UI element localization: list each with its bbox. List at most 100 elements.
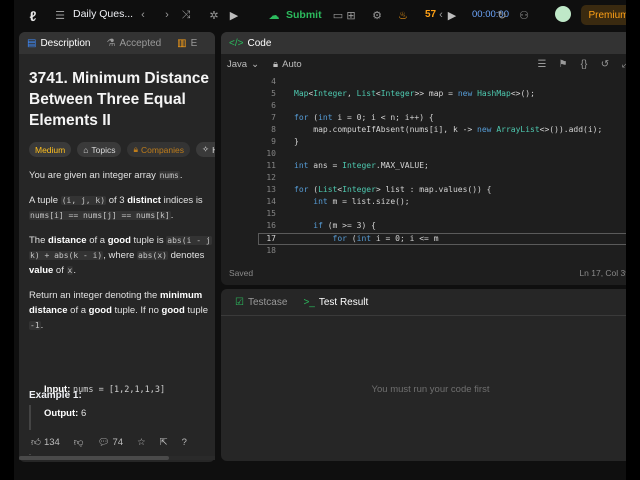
code-editor[interactable]: 4 5 Map<Integer, List<Integer>> map = ne…	[221, 76, 626, 256]
scrollbar-thumb[interactable]	[19, 456, 169, 460]
desc-text: Return an integer denoting the	[29, 290, 160, 301]
hint-badge[interactable]: ✧ H	[196, 142, 215, 157]
problem-description: You are given an integer array nums. A t…	[29, 168, 215, 343]
code-line: int ans = Integer.MAX_VALUE;	[294, 161, 429, 170]
tab-description-label: Description	[40, 37, 91, 49]
editor-toolbar: Java ⌄ 🔒︎ Auto ☰ ⚑ {} ↺ ⤢	[221, 54, 626, 74]
next-problem-icon[interactable]: ›	[159, 7, 175, 23]
tab-description[interactable]: ▤ Description	[19, 38, 98, 49]
line-number: 7	[271, 113, 276, 122]
prev-problem-icon[interactable]: ‹	[135, 7, 151, 23]
problem-list-label[interactable]: Daily Ques...	[73, 8, 133, 20]
example-input-value: nums = [1,2,1,1,3]	[73, 385, 166, 395]
timer-play-icon[interactable]: ▶	[444, 7, 460, 23]
tab-test-result[interactable]: >_ Test Result	[295, 294, 376, 310]
horizontal-scrollbar[interactable]	[19, 456, 215, 460]
desc-text: You are given an integer array	[29, 170, 159, 181]
tab-editorial-label: E	[190, 37, 198, 49]
auto-label: Auto	[282, 58, 302, 70]
companies-badge[interactable]: 🔒︎ Companies	[127, 142, 190, 157]
difficulty-badge: Medium	[29, 142, 72, 157]
tab-testcase[interactable]: ☑ Testcase	[227, 294, 295, 310]
problem-badges: Medium ⌂ Topics 🔒︎ Companies ✧ H	[29, 142, 215, 157]
share-icon: ⇱	[159, 436, 168, 448]
problem-list-icon[interactable]: ☰	[52, 7, 68, 23]
code-line: int m = list.size();	[313, 197, 410, 206]
submit-button[interactable]: ☁ Submit	[266, 6, 322, 24]
comment-icon: 💬︎	[97, 436, 110, 448]
example-output-label: Output:	[44, 408, 79, 419]
desc-bold: distinct	[127, 195, 161, 206]
share-button[interactable]: ⇱	[160, 437, 168, 448]
like-button[interactable]: 👍︎ 134	[31, 436, 60, 449]
desc-code: abs(x)	[137, 251, 168, 260]
tab-code[interactable]: </> Code	[221, 32, 626, 54]
save-status: Saved	[229, 268, 254, 278]
star-icon: ☆	[137, 436, 146, 448]
add-friend-icon[interactable]: ⚇	[516, 7, 532, 23]
desc-paragraph-1: You are given an integer array nums.	[29, 168, 215, 183]
tab-code-label: Code	[247, 37, 272, 49]
desc-code: abs(i - j	[166, 236, 212, 245]
tab-test-result-label: Test Result	[318, 296, 369, 308]
tag-icon: ⌂	[83, 144, 89, 155]
desc-text: .	[179, 170, 183, 181]
desc-text: denotes	[167, 250, 205, 261]
code-line: map.computeIfAbsent(nums[i], k -> new Ar…	[294, 125, 603, 134]
desc-paragraph-3: The distance of a good tuple is abs(i - …	[29, 233, 215, 278]
desc-text: tuple	[184, 305, 209, 316]
desc-code: (i, j, k)	[60, 196, 107, 205]
desc-text: .	[40, 320, 44, 331]
line-number: 11	[266, 161, 276, 170]
favorite-button[interactable]: ☆	[137, 437, 146, 448]
desc-text: , where	[103, 250, 138, 261]
document-icon: ▤	[27, 37, 37, 49]
auto-toggle[interactable]: 🔒︎ Auto	[273, 59, 302, 70]
flask-icon: ⚗	[106, 37, 116, 49]
desc-text: indices is	[160, 195, 203, 206]
line-number: 18	[266, 246, 276, 255]
dislike-button[interactable]: 👎︎	[74, 436, 84, 448]
layout-icon[interactable]: ⊞	[343, 7, 359, 23]
desc-text: of	[53, 265, 67, 276]
leetcode-logo-icon[interactable]: ℓ	[26, 7, 40, 25]
line-number: 4	[271, 77, 276, 86]
timer-reset-icon[interactable]: ↻	[494, 7, 510, 23]
editor-actions: ☰ ⚑ {} ↺ ⤢	[534, 56, 626, 72]
comments-button[interactable]: 💬︎ 74	[97, 437, 123, 448]
debug-icon[interactable]: ✲	[206, 7, 222, 23]
language-select[interactable]: Java ⌄	[227, 59, 259, 70]
line-number: 17	[266, 234, 276, 243]
chevron-down-icon: ⌄	[251, 58, 260, 70]
desc-bold: minimum	[159, 290, 203, 301]
language-label: Java	[227, 58, 248, 70]
settings-icon[interactable]: ⚙	[369, 7, 385, 23]
comment-count: 74	[112, 436, 124, 448]
premium-button[interactable]: Premium	[581, 5, 626, 25]
expand-icon[interactable]: ⤢	[618, 56, 626, 72]
help-button[interactable]: ?	[182, 437, 187, 448]
desc-paragraph-2: A tuple (i, j, k) of 3 distinct indices …	[29, 193, 215, 223]
code-line: Map<Integer, List<Integer>> map = new Ha…	[294, 89, 535, 98]
cursor-position: Ln 17, Col 39	[579, 268, 626, 278]
braces-icon[interactable]: {}	[576, 56, 592, 72]
topics-badge[interactable]: ⌂ Topics	[77, 142, 122, 157]
tab-accepted[interactable]: ⚗ Accepted	[98, 38, 169, 49]
bookmark-icon[interactable]: ⚑	[555, 56, 571, 72]
desc-text: The	[29, 235, 49, 246]
fire-streak-icon[interactable]: ♨	[395, 7, 411, 23]
undo-icon[interactable]: ↺	[597, 56, 613, 72]
line-number: 5	[271, 89, 276, 98]
tab-accepted-label: Accepted	[119, 37, 162, 49]
format-icon[interactable]: ☰	[534, 56, 550, 72]
description-panel: ▤ Description ⚗ Accepted ▥ E 3741. Minim…	[19, 32, 215, 462]
desc-bold: good	[161, 305, 185, 316]
avatar[interactable]	[555, 6, 571, 22]
top-nav: ℓ ☰ Daily Ques... ‹ › ⤨ ✲ ▶ ☁ Submit ▭ ⊞…	[14, 0, 626, 30]
tab-editorial[interactable]: ▥ E	[169, 38, 205, 49]
desc-text: tuple. If no	[111, 305, 162, 316]
run-icon[interactable]: ▶	[226, 7, 242, 23]
line-number: 6	[271, 101, 276, 110]
shuffle-icon[interactable]: ⤨	[178, 7, 194, 23]
thumbs-down-icon: 👎︎	[73, 437, 84, 448]
